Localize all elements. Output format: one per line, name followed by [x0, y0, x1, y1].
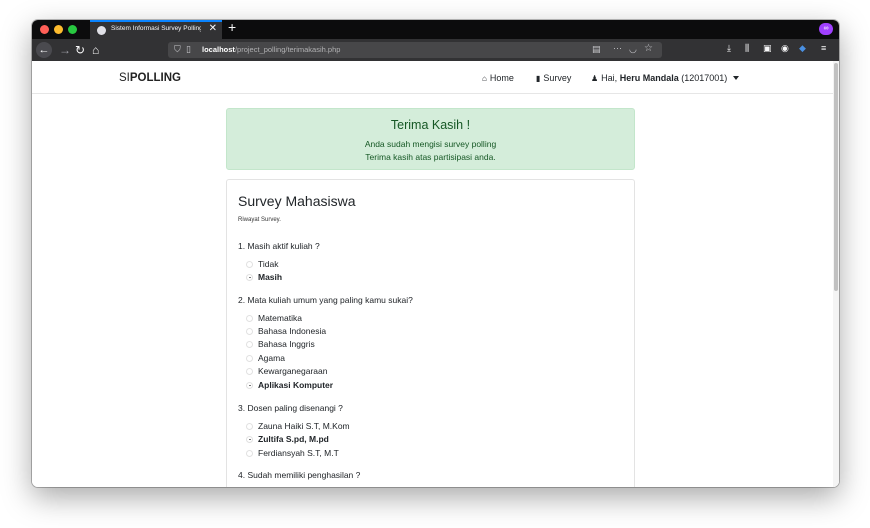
maximize-window-button[interactable] [68, 25, 77, 34]
survey-subtitle: Riwayat Survey. [238, 217, 281, 223]
download-icon[interactable]: ⤓ [727, 43, 731, 54]
radio-checked-icon[interactable] [246, 273, 253, 281]
radio-icon[interactable] [246, 422, 253, 430]
extension-icon[interactable]: ◆ [799, 43, 806, 54]
option-q2-6[interactable]: Aplikasi Komputer [246, 380, 333, 392]
radio-checked-icon[interactable] [246, 435, 253, 443]
favicon-icon [97, 26, 106, 35]
option-q2-4[interactable]: Agama [246, 353, 285, 365]
option-label: Bahasa Inggris [258, 339, 315, 349]
browser-window: Sistem Informasi Survey Polling ✕ + ∞ ← … [32, 20, 839, 487]
radio-checked-icon[interactable] [246, 381, 253, 389]
option-label: Zauna Haiki S.T, M.Kom [258, 421, 350, 431]
option-label: Aplikasi Komputer [258, 380, 334, 390]
user-greeting: Hai, [601, 73, 618, 83]
alert-message-line2: Terima kasih atas partisipasi anda. [365, 152, 496, 162]
option-label: Ferdiansyah S.T, M.T [258, 448, 339, 458]
option-label: Matematika [258, 313, 302, 323]
home-icon: ⌂ [482, 74, 487, 83]
success-alert: Terima Kasih ! Anda sudah mengisi survey… [226, 108, 635, 170]
menu-icon[interactable]: ≡ [821, 43, 826, 53]
user-id: (12017001) [681, 73, 728, 83]
brand-bold: POLLING [129, 72, 181, 84]
site-navbar: SIPOLLING ⌂ Home ▮ Survey ♟ Hai, Heru Manda… [32, 61, 833, 94]
reader-icon[interactable]: ▤ [592, 44, 601, 55]
private-mask-icon: ∞ [819, 23, 833, 35]
tab-close-icon[interactable]: ✕ [209, 23, 217, 34]
back-icon[interactable]: ← [36, 42, 52, 58]
radio-icon[interactable] [246, 314, 253, 322]
question-2: 2. Mata kuliah umum yang paling kamu suk… [238, 295, 413, 305]
home-icon[interactable]: ⌂ [92, 42, 99, 58]
bookmark-star-icon[interactable]: ☆ [644, 43, 653, 54]
scrollbar-thumb[interactable] [834, 63, 838, 291]
library-icon[interactable]: ⫼ [745, 43, 749, 54]
option-label: Tidak [258, 259, 279, 269]
radio-icon[interactable] [246, 449, 253, 457]
user-dropdown[interactable]: ♟ Hai, Heru Mandala (12017001) [591, 73, 740, 83]
new-tab-button[interactable]: + [228, 20, 236, 35]
survey-title: Survey Mahasiswa [238, 193, 356, 209]
survey-card: Survey Mahasiswa Riwayat Survey. 1. Masi… [226, 179, 635, 487]
radio-icon[interactable] [246, 367, 253, 375]
forward-icon[interactable]: → [59, 42, 71, 58]
close-window-button[interactable] [40, 25, 49, 34]
option-q2-2[interactable]: Bahasa Indonesia [246, 326, 326, 338]
nav-survey-label: Survey [543, 73, 572, 83]
question-3: 3. Dosen paling disenangi ? [238, 403, 343, 413]
page-content: SIPOLLING ⌂ Home ▮ Survey ♟ Hai, Heru Manda… [32, 61, 839, 487]
chevron-down-icon [733, 76, 740, 80]
nav-home-link[interactable]: ⌂ Home [482, 73, 514, 83]
navigation-toolbar: ← → ↻ ⌂ ⛉ ▯ localhost/project_polling/te… [32, 39, 839, 61]
minimize-window-button[interactable] [54, 25, 63, 34]
option-label: Bahasa Indonesia [258, 326, 327, 336]
option-q2-1[interactable]: Matematika [246, 313, 302, 325]
nav-home-label: Home [489, 73, 514, 83]
option-q3-2[interactable]: Zultifa S.pd, M.pd [246, 434, 329, 446]
option-label: Zultifa S.pd, M.pd [258, 434, 329, 444]
pocket-icon[interactable]: ◡ [629, 44, 637, 55]
radio-icon[interactable] [246, 354, 253, 362]
page-icon[interactable]: ▯ [186, 44, 191, 55]
account-icon[interactable]: ◉ [781, 43, 789, 54]
tab-bar: Sistem Informasi Survey Polling ✕ + ∞ [32, 20, 839, 39]
brand-logo[interactable]: SIPOLLING [119, 72, 181, 84]
question-1: 1. Masih aktif kuliah ? [238, 241, 320, 251]
url-host: localhost [202, 45, 235, 54]
question-4: 4. Sudah memiliki penghasilan ? [238, 470, 361, 480]
file-icon: ▮ [536, 74, 541, 83]
brand-light: SI [119, 72, 130, 84]
url-text[interactable]: localhost/project_polling/terimakasih.ph… [202, 45, 340, 54]
url-bar[interactable]: ⛉ ▯ localhost/project_polling/terimakasi… [168, 42, 662, 58]
sidebar-icon[interactable]: ▣ [763, 43, 772, 54]
option-label: Kewarganegaraan [258, 366, 328, 376]
option-q2-5[interactable]: Kewarganegaraan [246, 366, 327, 378]
radio-icon[interactable] [246, 340, 253, 348]
user-icon: ♟ [591, 74, 599, 83]
shield-icon[interactable]: ⛉ [174, 44, 181, 55]
option-label: Masih [258, 272, 283, 282]
alert-title: Terima Kasih ! [390, 118, 471, 132]
user-name: Heru Mandala [619, 73, 679, 83]
tab-title: Sistem Informasi Survey Polling [111, 25, 201, 32]
option-q1-1[interactable]: Tidak [246, 259, 278, 271]
more-icon[interactable]: ··· [613, 43, 622, 53]
page-scrollbar[interactable] [833, 61, 839, 487]
option-q3-1[interactable]: Zauna Haiki S.T, M.Kom [246, 421, 350, 433]
option-q2-3[interactable]: Bahasa Inggris [246, 339, 315, 351]
url-path: /project_polling/terimakasih.php [234, 45, 341, 54]
option-q1-2[interactable]: Masih [246, 272, 282, 284]
reload-icon[interactable]: ↻ [75, 42, 85, 58]
radio-icon[interactable] [246, 327, 253, 335]
browser-tab[interactable]: Sistem Informasi Survey Polling ✕ [90, 20, 222, 39]
nav-survey-link[interactable]: ▮ Survey [536, 73, 571, 83]
option-q3-3[interactable]: Ferdiansyah S.T, M.T [246, 448, 339, 460]
option-label: Agama [258, 353, 285, 363]
radio-icon[interactable] [246, 260, 253, 268]
alert-message-line1: Anda sudah mengisi survey polling [364, 139, 497, 149]
